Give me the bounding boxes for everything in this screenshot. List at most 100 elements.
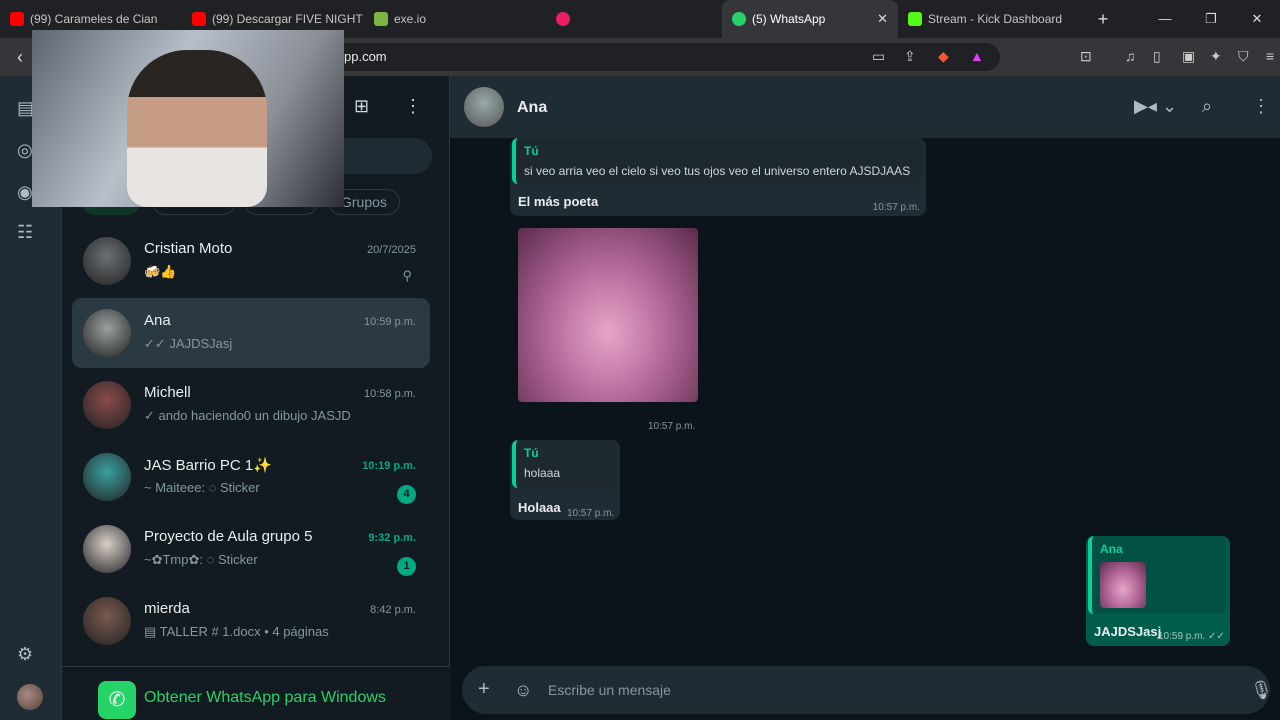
status-icon[interactable]: ◎ — [17, 140, 33, 161]
webcam-person — [127, 50, 267, 207]
tab-whatsapp[interactable]: (5) WhatsApp ✕ — [722, 0, 898, 38]
message-bubble[interactable]: Tú holaaa Holaaa 10:57 p.m. — [510, 440, 620, 520]
chat-avatar — [83, 597, 131, 645]
chat-row[interactable]: JAS Barrio PC 1✨ ~ Maiteee: ◌ Sticker 10:1… — [72, 442, 430, 512]
tab-kick[interactable]: Stream - Kick Dashboard — [898, 0, 1080, 38]
brave-rewards-icon[interactable]: ▲ — [970, 48, 984, 64]
chat-avatar — [83, 381, 131, 429]
chat-name: mierda — [144, 600, 190, 617]
contact-name[interactable]: Ana — [517, 99, 547, 117]
leo-icon[interactable]: ✦ — [1210, 48, 1222, 65]
url-input[interactable]: pp.com — [300, 43, 1000, 71]
get-app-label: Obtener WhatsApp para Windows — [144, 689, 386, 706]
more-options-icon[interactable]: ⋮ — [404, 96, 422, 117]
chat-row[interactable]: Michell ✓ ando haciendo0 un dibujo JASJD 1… — [72, 370, 430, 440]
profile-avatar[interactable] — [17, 684, 43, 710]
url-text: pp.com — [344, 49, 387, 64]
quoted-photo-thumbnail — [1100, 562, 1146, 608]
tab-exeio[interactable]: exe.io — [364, 0, 546, 38]
quote-author: Tú — [524, 144, 539, 158]
contact-avatar[interactable] — [464, 87, 504, 127]
vpn-icon[interactable]: ⛉ — [1238, 48, 1249, 65]
message-area: Tú si veo arria veo el cielo si veo tus … — [450, 138, 1280, 666]
message-time: 10:57 p.m. — [648, 421, 696, 432]
communities-icon[interactable]: ☷ — [17, 222, 33, 243]
youtube-icon — [192, 12, 206, 26]
quoted-message[interactable]: Ana — [1088, 536, 1226, 614]
search-icon[interactable]: ⌕ — [1202, 96, 1212, 117]
media-icon[interactable]: ♫ — [1125, 48, 1136, 64]
quote-author: Tú — [524, 446, 539, 460]
cast-icon[interactable]: ▭ — [872, 48, 885, 65]
message-input[interactable]: Escribe un mensaje — [548, 682, 671, 698]
conversation-header: Ana ▶◂ ⌄ ⌕ ⋮ — [450, 76, 1280, 138]
youtube-icon — [10, 12, 24, 26]
chat-preview: ✓ ando haciendo0 un dibujo JASJD — [144, 408, 351, 423]
chat-time: 9:32 p.m. — [368, 532, 416, 544]
unread-badge: 4 — [397, 485, 416, 504]
microphone-icon[interactable]: 🎙 — [1250, 680, 1273, 701]
message-time: 10:57 p.m. — [872, 202, 920, 213]
tab-label: (5) WhatsApp — [752, 12, 826, 26]
channels-icon[interactable]: ◉ — [17, 182, 33, 203]
chat-name: JAS Barrio PC 1✨ — [144, 457, 272, 474]
chat-row[interactable]: Cristian Moto 🍻👍 20/7/2025 ⚲ — [72, 226, 430, 296]
chat-avatar — [83, 453, 131, 501]
close-window-icon[interactable]: ✕ — [1234, 0, 1280, 38]
chat-preview: ▤ TALLER # 1.docx • 4 páginas — [144, 624, 329, 639]
quote-author: Ana — [1100, 542, 1123, 556]
quote-text: si veo arria veo el cielo si veo tus ojo… — [524, 164, 911, 178]
message-bubble[interactable]: Tú si veo arria veo el cielo si veo tus … — [510, 138, 926, 216]
settings-icon[interactable]: ⚙ — [17, 644, 33, 665]
new-chat-icon[interactable]: ⊞ — [354, 96, 369, 117]
more-options-icon[interactable]: ⋮ — [1252, 96, 1270, 117]
whatsapp-icon — [732, 12, 746, 26]
close-tab-icon[interactable]: ✕ — [877, 11, 888, 27]
wallet-icon[interactable]: ▣ — [1182, 48, 1195, 65]
tab-label: (99) Descargar FIVE NIGHT — [212, 12, 363, 26]
video-call-icon[interactable]: ▶◂ — [1134, 96, 1157, 117]
quoted-message[interactable]: Tú holaaa — [512, 440, 616, 488]
webcam-overlay — [32, 30, 344, 207]
menu-icon[interactable]: ≡ — [1266, 48, 1274, 64]
share-icon[interactable]: ⇪ — [904, 48, 916, 65]
chat-preview: ~ Maiteee: ◌ Sticker — [144, 480, 260, 495]
chat-row[interactable]: mierda ▤ TALLER # 1.docx • 4 páginas 8:42 … — [72, 586, 430, 656]
chat-row[interactable]: Proyecto de Aula grupo 5 ~✿Tmp✿: ◌ Sticke… — [72, 514, 430, 584]
outgoing-message-bubble[interactable]: Ana JAJDSJasj 10:59 p.m. ✓✓ — [1086, 536, 1230, 646]
tab-label: exe.io — [394, 12, 427, 26]
photo-message[interactable] — [518, 228, 698, 402]
chat-name: Ana — [144, 312, 171, 329]
chat-time: 8:42 p.m. — [370, 604, 416, 616]
sidebar-icon[interactable]: ▯ — [1153, 48, 1161, 65]
pin-icon: ⚲ — [402, 268, 412, 283]
get-whatsapp-banner[interactable]: ✆ Obtener WhatsApp para Windows — [62, 666, 450, 720]
chat-time: 10:19 p.m. — [362, 460, 416, 472]
new-tab-button[interactable]: + — [1088, 9, 1118, 30]
tab-pinterest[interactable] — [546, 0, 722, 38]
attach-plus-icon[interactable]: + — [478, 678, 490, 701]
quoted-message[interactable]: Tú si veo arria veo el cielo si veo tus … — [512, 138, 922, 184]
tab-label: (99) Carameles de Cian — [30, 12, 158, 26]
chat-preview: ~✿Tmp✿: ◌ Sticker — [144, 552, 258, 567]
message-text: JAJDSJasj — [1094, 624, 1162, 639]
message-text: Holaaa — [518, 500, 561, 515]
message-text: El más poeta — [518, 194, 599, 209]
minimize-icon[interactable]: — — [1142, 0, 1188, 38]
unread-badge: 1 — [397, 557, 416, 576]
quote-text: holaaa — [524, 466, 561, 480]
brave-shield-icon[interactable]: ◆ — [938, 48, 949, 65]
sticker-emoji-icon[interactable]: ☺ — [514, 680, 532, 701]
chat-avatar — [83, 309, 131, 357]
compose-bar: + ☺ Escribe un mensaje 🎙 — [450, 666, 1280, 720]
whatsapp-logo-icon: ✆ — [98, 681, 136, 719]
chat-preview: ✓✓ JAJDSJasj — [144, 336, 233, 351]
chat-name: Michell — [144, 384, 191, 401]
chat-row[interactable]: Ana ✓✓ JAJDSJasj 10:59 p.m. — [72, 298, 430, 368]
exeio-icon — [374, 12, 388, 26]
tab-search-icon[interactable]: ⊡ — [1080, 48, 1092, 65]
chat-avatar — [83, 525, 131, 573]
chat-time: 10:59 p.m. — [364, 316, 416, 328]
restore-icon[interactable]: ❐ — [1188, 0, 1234, 38]
chevron-down-icon[interactable]: ⌄ — [1162, 96, 1177, 117]
